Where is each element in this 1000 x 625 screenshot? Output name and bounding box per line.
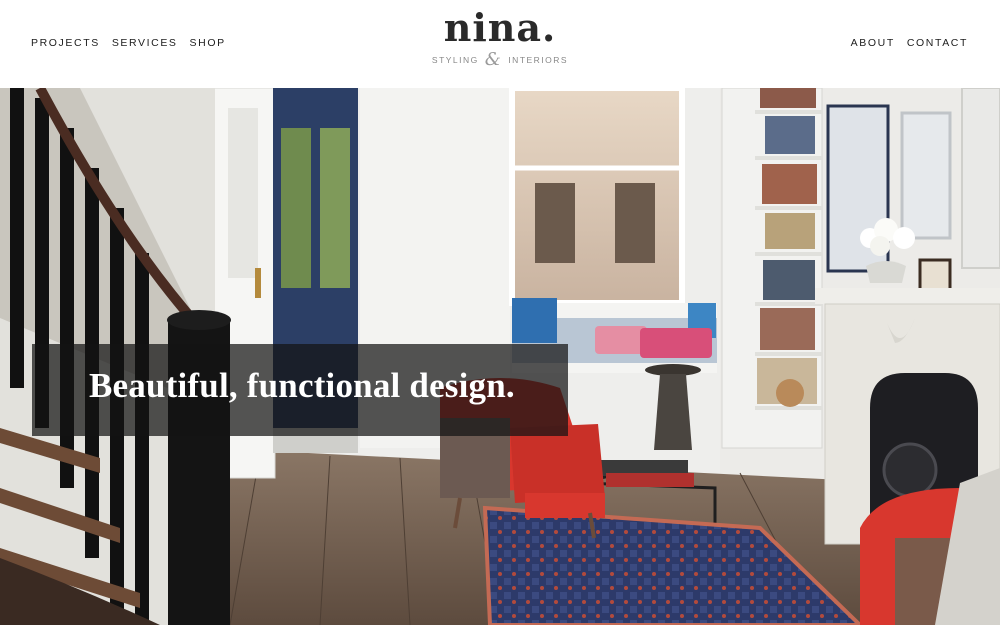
hero-caption-box: Beautiful, functional design. [32,344,568,436]
logo-tagline-interiors: INTERIORS [508,55,569,65]
nav-link-about[interactable]: ABOUT [851,37,895,49]
nav-link-contact[interactable]: CONTACT [907,37,968,49]
hero-section: Beautiful, functional design. [0,88,1000,625]
secondary-nav: ABOUT CONTACT [851,37,968,49]
logo-ampersand: & [484,49,503,70]
hero-headline: Beautiful, functional design. [89,366,515,405]
site-header: PROJECTS SERVICES SHOP nina. STYLING & I… [0,0,1000,88]
logo-tagline-styling: STYLING [431,55,479,65]
logo-tagline: STYLING & INTERIORS [431,49,569,70]
